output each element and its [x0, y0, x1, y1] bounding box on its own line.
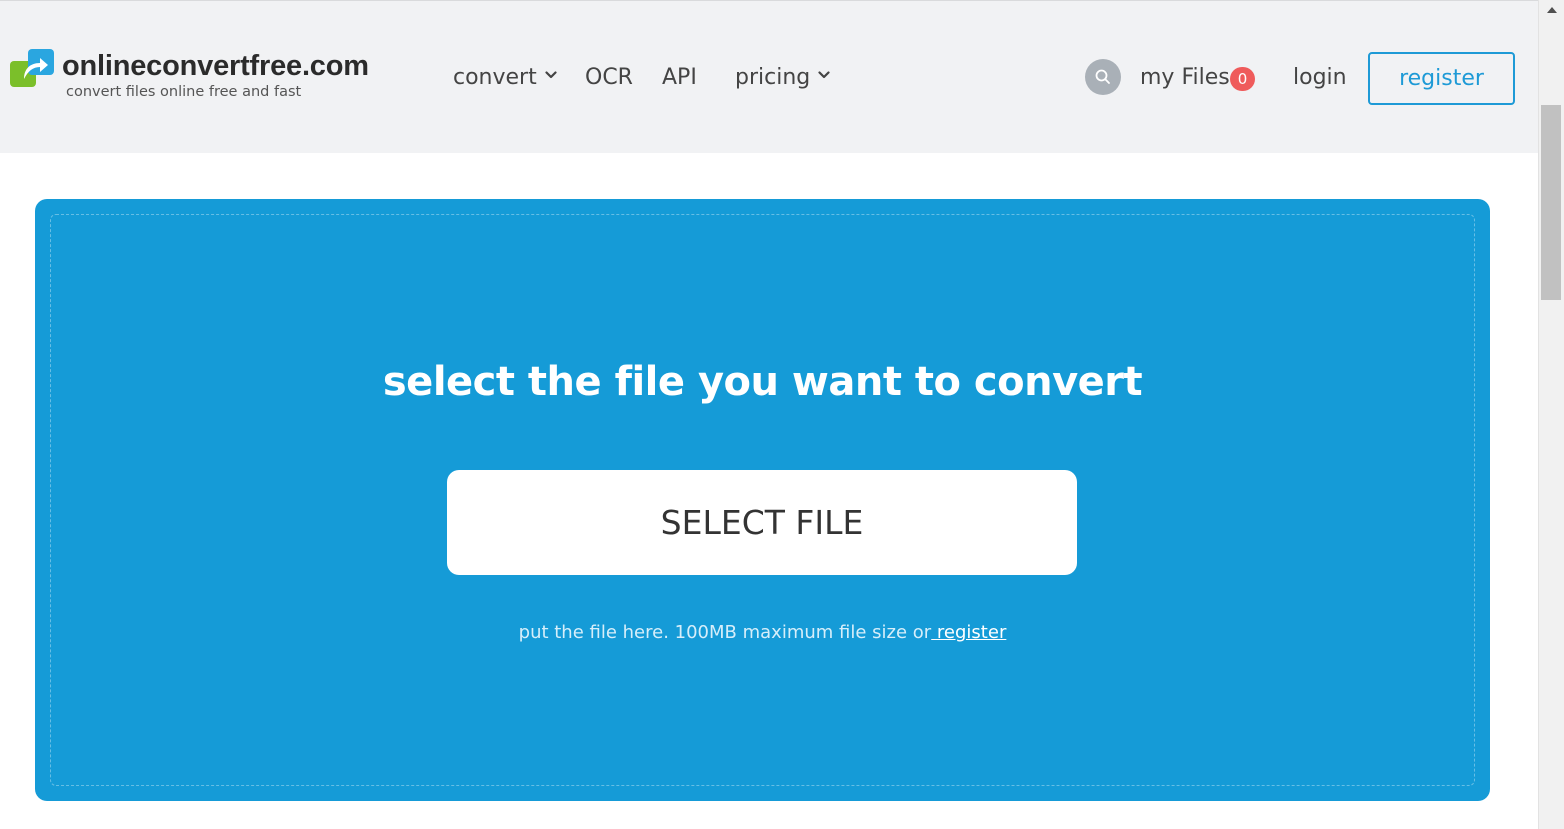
- logo-mark-icon: [10, 49, 54, 87]
- select-file-button[interactable]: SELECT FILE: [447, 470, 1077, 575]
- chevron-down-icon: [545, 71, 557, 79]
- nav-ocr-label: OCR: [585, 65, 633, 90]
- nav-convert[interactable]: convert: [453, 65, 557, 90]
- register-button[interactable]: register: [1368, 52, 1515, 105]
- nav-api-label: API: [662, 65, 697, 90]
- nav-pricing[interactable]: pricing: [735, 65, 830, 90]
- search-button[interactable]: [1085, 59, 1121, 95]
- upload-title: select the file you want to convert: [382, 359, 1143, 405]
- upload-hint-text: put the file here. 100MB maximum file si…: [518, 622, 932, 643]
- site-header: onlineconvertfree.com convert files onli…: [0, 1, 1538, 153]
- logo-tagline: convert files online free and fast: [66, 84, 302, 100]
- nav-ocr[interactable]: OCR: [585, 65, 633, 90]
- search-icon: [1095, 69, 1110, 84]
- upload-dropzone[interactable]: select the file you want to convert SELE…: [35, 199, 1490, 801]
- nav-pricing-label: pricing: [735, 65, 811, 90]
- nav-api[interactable]: API: [662, 65, 697, 90]
- my-files-link[interactable]: my Files: [1140, 65, 1230, 90]
- scroll-up-arrow-icon[interactable]: [1547, 7, 1557, 13]
- page: onlineconvertfree.com convert files onli…: [0, 0, 1538, 829]
- site-logo[interactable]: onlineconvertfree.com convert files onli…: [10, 48, 410, 108]
- upload-hint: put the file here. 100MB maximum file si…: [35, 622, 1490, 643]
- scrollbar-thumb[interactable]: [1541, 105, 1561, 300]
- logo-text: onlineconvertfree.com: [62, 50, 369, 82]
- nav-convert-label: convert: [453, 65, 537, 90]
- vertical-scrollbar[interactable]: [1538, 0, 1564, 829]
- chevron-down-icon: [818, 71, 830, 79]
- files-count-badge: 0: [1230, 67, 1255, 91]
- register-link[interactable]: register: [931, 622, 1006, 643]
- login-link[interactable]: login: [1293, 65, 1347, 90]
